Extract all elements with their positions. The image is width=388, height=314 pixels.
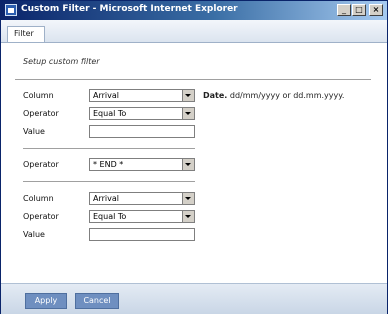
filter-panel: Setup custom filter Column Arrival Date.… [1, 43, 387, 283]
divider [23, 181, 195, 182]
value-label: Value [23, 230, 45, 239]
value-input[interactable] [89, 125, 195, 138]
operator-select-value: Equal To [93, 109, 127, 118]
column-select[interactable]: Arrival [89, 89, 195, 102]
chevron-down-icon[interactable] [182, 193, 194, 204]
window-controls: _ □ × [336, 4, 383, 16]
joiner-select-value: * END * [93, 160, 124, 169]
cancel-button[interactable]: Cancel [75, 293, 119, 309]
value-label: Value [23, 127, 45, 136]
tab-bar: Filter [1, 20, 387, 43]
column-select-value: Arrival [93, 194, 119, 203]
close-button[interactable]: × [369, 4, 383, 16]
window-title: Custom Filter - Microsoft Internet Explo… [21, 4, 238, 14]
operator-select[interactable]: Equal To [89, 107, 195, 120]
column-label: Column [23, 91, 54, 100]
value-input[interactable] [89, 228, 195, 241]
chevron-down-icon[interactable] [182, 159, 194, 170]
column-select[interactable]: Arrival [89, 192, 195, 205]
joiner-operator-label: Operator [23, 160, 59, 169]
button-bar: Apply Cancel [1, 283, 387, 314]
operator-label: Operator [23, 109, 59, 118]
maximize-button[interactable]: □ [352, 4, 366, 16]
divider [15, 79, 371, 80]
ie-page-icon [5, 4, 17, 16]
date-format-hint: Date. dd/mm/yyyy or dd.mm.yyyy. [203, 91, 344, 100]
chevron-down-icon[interactable] [182, 108, 194, 119]
tab-filter[interactable]: Filter [7, 26, 45, 42]
operator-label: Operator [23, 212, 59, 221]
column-label: Column [23, 194, 54, 203]
apply-button[interactable]: Apply [25, 293, 67, 309]
hint-bold: Date. [203, 91, 228, 100]
joiner-operator-select[interactable]: * END * [89, 158, 195, 171]
operator-select[interactable]: Equal To [89, 210, 195, 223]
operator-select-value: Equal To [93, 212, 127, 221]
custom-filter-window: Custom Filter - Microsoft Internet Explo… [0, 0, 388, 314]
title-bar[interactable]: Custom Filter - Microsoft Internet Explo… [1, 1, 387, 20]
minimize-button[interactable]: _ [337, 4, 351, 16]
divider [23, 148, 195, 149]
section-heading: Setup custom filter [23, 57, 100, 66]
chevron-down-icon[interactable] [182, 90, 194, 101]
chevron-down-icon[interactable] [182, 211, 194, 222]
column-select-value: Arrival [93, 91, 119, 100]
hint-text: dd/mm/yyyy or dd.mm.yyyy. [229, 91, 345, 100]
